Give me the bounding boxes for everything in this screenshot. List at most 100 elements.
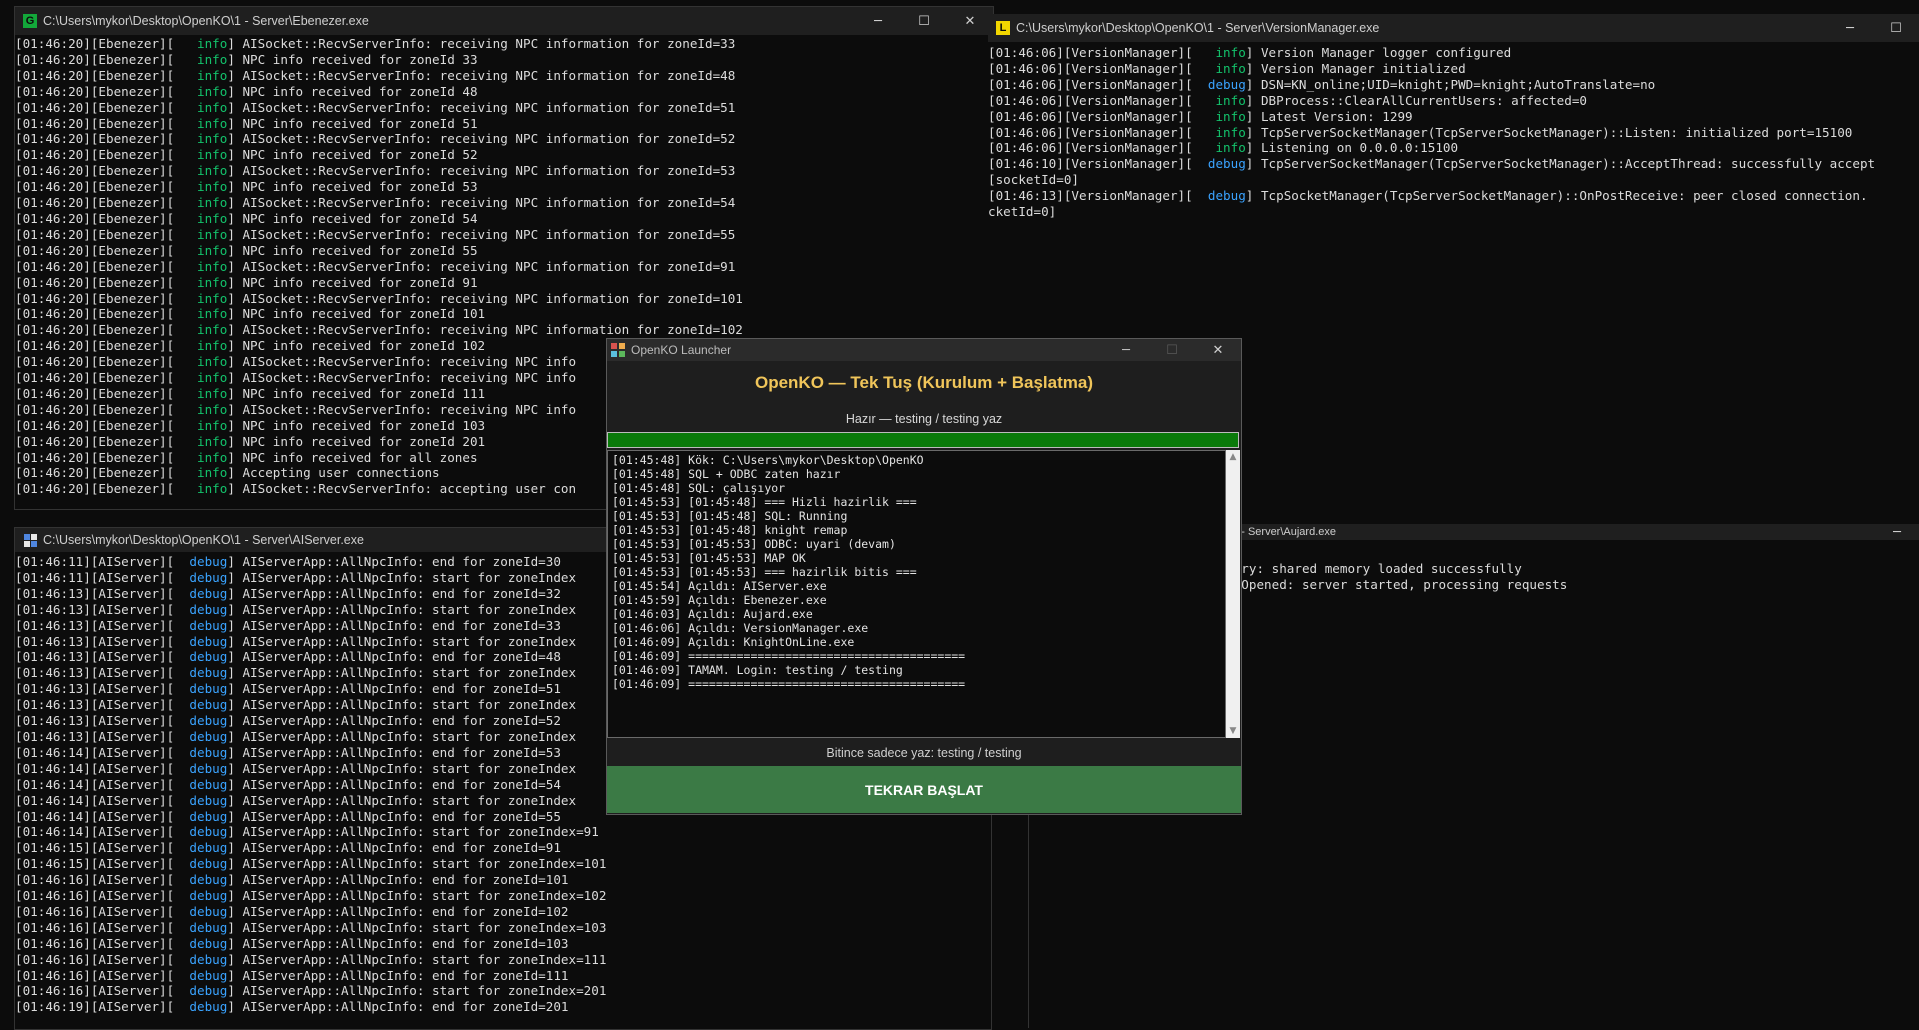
- log-prefix: [01:46:20][Ebenezer][: [15, 226, 175, 242]
- log-level: info: [174, 449, 228, 465]
- log-level: debug: [174, 697, 228, 713]
- log-message: ] AIServerApp::AllNpcInfo: end for zoneI…: [227, 999, 569, 1015]
- launcher-minimize-button[interactable]: ─: [1103, 339, 1149, 361]
- log-line: [01:46:10][VersionManager][ debug] TcpSe…: [988, 156, 1919, 172]
- log-prefix: [01:46:20][Ebenezer][: [15, 163, 175, 179]
- log-level: info: [174, 226, 228, 242]
- log-message: ] NPC info received for zoneId 51: [227, 115, 478, 131]
- log-level: debug: [174, 665, 228, 681]
- log-level: debug: [174, 903, 228, 919]
- ebenezer-minimize-button[interactable]: ─: [855, 7, 901, 35]
- log-level: info: [174, 258, 228, 274]
- log-line: [01:46:20][Ebenezer][ info] NPC info rec…: [15, 306, 993, 322]
- log-line: [01:46:15][AIServer][ debug] AIServerApp…: [15, 840, 991, 856]
- log-level: debug: [174, 681, 228, 697]
- log-prefix: [01:46:20][Ebenezer][: [15, 179, 175, 195]
- log-message: ] AIServerApp::AllNpcInfo: end for zoneI…: [227, 617, 561, 633]
- log-prefix: [01:46:20][Ebenezer][: [15, 322, 175, 338]
- launcher-log-box[interactable]: [01:45:48] Kök: C:\Users\mykor\Desktop\O…: [607, 450, 1226, 738]
- log-message: ] AIServerApp::AllNpcInfo: end for zoneI…: [227, 554, 561, 569]
- log-level: info: [174, 36, 228, 51]
- log-prefix: [01:46:20][Ebenezer][: [15, 36, 175, 51]
- log-level: info: [174, 417, 228, 433]
- launcher-log-line: [01:45:48] Kök: C:\Users\mykor\Desktop\O…: [612, 453, 924, 467]
- log-level: debug: [174, 872, 228, 888]
- log-level: info: [174, 401, 228, 417]
- launcher-maximize-button[interactable]: ☐: [1149, 339, 1195, 361]
- log-message: ] AISocket::RecvServerInfo: receiving NP…: [227, 195, 736, 211]
- launcher-status-text: Hazır — testing / testing yaz: [845, 412, 1003, 426]
- log-message: ] AISocket::RecvServerInfo: receiving NP…: [227, 370, 577, 386]
- log-prefix: [01:46:06][VersionManager][: [988, 108, 1193, 124]
- log-prefix: [01:46:20][Ebenezer][: [15, 99, 175, 115]
- log-prefix: [01:46:06][VersionManager][: [988, 140, 1193, 156]
- log-prefix: [01:46:20][Ebenezer][: [15, 242, 175, 258]
- log-level: debug: [1192, 156, 1246, 172]
- log-prefix: [01:46:20][Ebenezer][: [15, 67, 175, 83]
- log-message: ] AIServerApp::AllNpcInfo: end for zoneI…: [227, 967, 569, 983]
- scroll-down-icon[interactable]: ▼: [1226, 724, 1240, 738]
- launcher-progress-fill: [608, 433, 1238, 447]
- log-prefix: [01:46:06][VersionManager][: [988, 92, 1193, 108]
- log-prefix: [01:46:14][AIServer][: [15, 792, 175, 808]
- log-message: ] AISocket::RecvServerInfo: receiving NP…: [227, 290, 743, 306]
- restart-button[interactable]: TEKRAR BAŞLAT: [607, 766, 1241, 813]
- log-message: ] Version Manager initialized: [1245, 60, 1466, 76]
- log-prefix: [01:46:20][Ebenezer][: [15, 147, 175, 163]
- ebenezer-maximize-button[interactable]: ☐: [901, 7, 947, 35]
- log-message: ] AIServerApp::AllNpcInfo: end for zoneI…: [227, 872, 569, 888]
- log-line: [01:46:20][Ebenezer][ info] NPC info rec…: [15, 275, 993, 291]
- log-line: [01:46:20][Ebenezer][ info] AISocket::Re…: [15, 100, 993, 116]
- log-prefix: [01:46:13][AIServer][: [15, 601, 175, 617]
- launcher-titlebar[interactable]: OpenKO Launcher ─ ☐ ✕: [607, 339, 1241, 361]
- log-prefix: [01:46:20][Ebenezer][: [15, 195, 175, 211]
- launcher-log-scrollbar[interactable]: ▲ ▼: [1226, 450, 1240, 738]
- log-message: ] AIServerApp::AllNpcInfo: start for zon…: [227, 665, 577, 681]
- versionmanager-minimize-button[interactable]: ─: [1827, 14, 1873, 42]
- aujard-minimize-button[interactable]: ─: [1874, 524, 1919, 540]
- launcher-log-line: [01:45:53] [01:45:48] knight remap: [612, 523, 848, 537]
- log-level: info: [1192, 124, 1246, 140]
- log-level: debug: [174, 999, 228, 1015]
- log-prefix: [01:46:11][AIServer][: [15, 569, 175, 585]
- log-message: ] AIServerApp::AllNpcInfo: end for zoneI…: [227, 681, 561, 697]
- log-level: info: [174, 147, 228, 163]
- log-prefix: [01:46:20][Ebenezer][: [15, 290, 175, 306]
- log-level: info: [174, 195, 228, 211]
- log-message: ] NPC info received for zoneId 111: [227, 385, 486, 401]
- log-level: debug: [174, 967, 228, 983]
- log-prefix: [01:46:20][Ebenezer][: [15, 417, 175, 433]
- log-message: ] AIServerApp::AllNpcInfo: start for zon…: [227, 919, 607, 935]
- log-line: [01:46:14][AIServer][ debug] AIServerApp…: [15, 824, 991, 840]
- log-level: info: [174, 115, 228, 131]
- log-message: ] NPC info received for zoneId 53: [227, 179, 478, 195]
- log-level: debug: [174, 935, 228, 951]
- launcher-log-text: [01:45:48] Kök: C:\Users\mykor\Desktop\O…: [612, 453, 1225, 691]
- log-prefix: [01:46:20][Ebenezer][: [15, 433, 175, 449]
- log-prefix: [01:46:20][Ebenezer][: [15, 131, 175, 147]
- launcher-app-icon: [611, 343, 625, 357]
- log-message: ] AIServerApp::AllNpcInfo: start for zon…: [227, 728, 577, 744]
- log-message: ] DSN=KN_online;UID=knight;PWD=knight;Au…: [1245, 76, 1656, 92]
- log-prefix: [01:46:13][AIServer][: [15, 617, 175, 633]
- scroll-up-icon[interactable]: ▲: [1226, 450, 1240, 464]
- log-message: ] NPC info received for all zones: [227, 449, 478, 465]
- ebenezer-close-button[interactable]: ✕: [947, 7, 993, 35]
- launcher-close-button[interactable]: ✕: [1195, 339, 1241, 361]
- log-level: debug: [174, 983, 228, 999]
- log-message: ] NPC info received for zoneId 101: [227, 306, 486, 322]
- log-line: [01:46:16][AIServer][ debug] AIServerApp…: [15, 888, 991, 904]
- launcher-log-line: [01:46:09] =============================…: [612, 649, 966, 663]
- versionmanager-titlebar[interactable]: L C:\Users\mykor\Desktop\OpenKO\1 - Serv…: [988, 14, 1919, 42]
- launcher-log-line: [01:46:09] Açıldı: KnightOnLine.exe: [612, 635, 855, 649]
- log-prefix: [01:46:06][VersionManager][: [988, 76, 1193, 92]
- versionmanager-title: C:\Users\mykor\Desktop\OpenKO\1 - Server…: [1016, 21, 1380, 35]
- launcher-window[interactable]: OpenKO Launcher ─ ☐ ✕ OpenKO — Tek Tuş (…: [606, 338, 1242, 815]
- log-prefix: [01:46:13][AIServer][: [15, 633, 175, 649]
- ebenezer-titlebar[interactable]: G C:\Users\mykor\Desktop\OpenKO\1 - Serv…: [15, 7, 993, 35]
- log-prefix: [01:46:16][AIServer][: [15, 967, 175, 983]
- versionmanager-maximize-button[interactable]: ☐: [1873, 14, 1919, 42]
- log-prefix: [01:46:13][AIServer][: [15, 697, 175, 713]
- log-prefix: cketId=0]: [988, 204, 1057, 220]
- log-line: [01:46:19][AIServer][ debug] AIServerApp…: [15, 999, 991, 1015]
